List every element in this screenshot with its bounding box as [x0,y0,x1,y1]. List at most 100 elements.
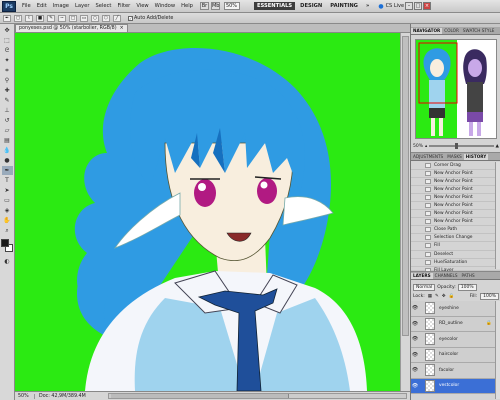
history-item[interactable]: Close Path [411,226,495,235]
history-item[interactable]: New Anchor Point [411,210,495,219]
type-tool-icon[interactable]: T [2,176,13,185]
dodge-tool-icon[interactable]: ● [2,156,13,165]
history-brush-tool-icon[interactable]: ↺ [2,116,13,125]
horizontal-scrollbar[interactable] [108,393,407,399]
blur-tool-icon[interactable]: 💧 [2,146,13,155]
marquee-tool-icon[interactable]: ⬚ [2,36,13,45]
fill-field[interactable]: 100% [480,292,499,300]
tab-paths[interactable]: PATHS [460,273,477,279]
freeform-pen-icon[interactable]: ~ [58,14,66,22]
healing-brush-tool-icon[interactable]: ✚ [2,86,13,95]
menu-layer[interactable]: Layer [72,1,92,12]
zoom-out-icon[interactable]: ▴ [425,144,427,149]
tab-channels[interactable]: CHANNELS [433,273,460,279]
magic-wand-tool-icon[interactable]: ✦ [2,56,13,65]
lasso-tool-icon[interactable]: ᘓ [2,46,13,55]
auto-add-delete-option[interactable]: ✓ Auto Add/Delete [128,15,173,21]
clone-stamp-tool-icon[interactable]: ⊥ [2,106,13,115]
move-tool-icon[interactable]: ✥ [2,26,13,35]
pen-tool-preset-icon[interactable]: ✒ [3,14,11,22]
close-button[interactable]: × [423,2,432,10]
history-item[interactable]: Fill [411,242,495,251]
tab-layers[interactable]: LAYERS [411,273,433,279]
lock-pixels-icon[interactable]: ✎ [435,294,439,299]
history-item[interactable]: New Anchor Point [411,202,495,211]
quick-mask-icon[interactable]: ◐ [2,257,13,266]
layer-visibility-eye-icon[interactable]: 👁 [411,305,419,311]
layer-name[interactable]: eyecolor [439,337,458,342]
navigator-preview[interactable] [415,39,497,139]
menu-help[interactable]: Help [178,1,196,12]
path-selection-tool-icon[interactable]: ➤ [2,186,13,195]
menu-image[interactable]: Image [50,1,72,12]
history-item[interactable]: New Anchor Point [411,186,495,195]
tab-swatch-style[interactable]: SWATCH STYLE [461,28,497,34]
history-item[interactable]: Corner Drag [411,162,495,171]
history-item[interactable]: New Anchor Point [411,170,495,179]
maximize-button[interactable]: □ [414,2,423,10]
status-zoom[interactable]: 50% [15,393,35,399]
layer-name[interactable]: haircolor [439,352,458,357]
lock-all-icon[interactable]: 🔒 [449,294,455,299]
history-item[interactable]: Selection Change [411,234,495,243]
layer-name[interactable]: eyeshine [439,306,459,311]
eyedropper-tool-icon[interactable]: ⚲ [2,76,13,85]
document-tab[interactable]: ponyeses.psd @ 50% (starbolier, RGB/8) × [15,24,128,32]
hand-tool-icon[interactable]: ✋ [2,216,13,225]
layer-name[interactable]: vestcolor [439,383,459,388]
document-size-info[interactable]: Doc: 42,9M/389.4M [35,394,105,399]
layer-visibility-eye-icon[interactable]: 👁 [411,336,419,342]
tab-masks[interactable]: MASKS [445,154,464,160]
layer-row[interactable]: 👁 eyeshine [411,301,495,317]
layer-visibility-eye-icon[interactable]: 👁 [411,383,419,389]
menu-edit[interactable]: Edit [34,1,50,12]
workspace-painting[interactable]: PAINTING [327,2,361,10]
pen-tool-icon[interactable]: ✒ [1,166,13,175]
history-item[interactable]: Hue/Saturation [411,259,495,267]
rounded-rectangle-icon[interactable]: ▭ [80,14,88,22]
layer-row[interactable]: 👁 eyecolor [411,332,495,348]
layer-visibility-eye-icon[interactable]: 👁 [411,321,419,327]
zoom-level-field[interactable]: 50% [223,2,240,10]
layer-row[interactable]: 👁 haircolor [411,347,495,363]
layer-name[interactable]: facolor [439,368,454,373]
gradient-tool-icon[interactable]: ▤ [2,136,13,145]
menu-filter[interactable]: Filter [114,1,133,12]
lock-transparency-icon[interactable]: ▦ [428,294,432,299]
tab-navigator[interactable]: NAVIGATOR [411,28,443,34]
zoom-tool-icon[interactable]: ⌕ [2,226,13,235]
vertical-scroll-thumb[interactable] [402,36,409,336]
menu-select[interactable]: Select [92,1,114,12]
history-item[interactable]: New Anchor Point [411,218,495,227]
navigator-zoom-value[interactable]: 50% [413,144,423,149]
tab-adjustments[interactable]: ADJUSTMENTS [411,154,445,160]
cs-live[interactable]: ● CS Live [378,3,404,10]
layer-row[interactable]: 👁 vestcolor [411,378,495,394]
layer-name[interactable]: RD_outline [439,321,463,326]
navigator-zoom-slider[interactable] [429,143,494,149]
fill-pixels-icon[interactable]: ■ [36,14,44,22]
layers-scrollbar[interactable] [495,301,500,399]
history-item[interactable]: Deselect [411,251,495,259]
history-item[interactable]: New Anchor Point [411,178,495,187]
layer-visibility-eye-icon[interactable]: 👁 [411,367,419,373]
history-scrollbar[interactable] [495,162,500,269]
navigator-zoom-knob[interactable] [454,143,458,149]
menu-file[interactable]: File [19,1,34,12]
menu-window[interactable]: Window [152,1,178,12]
pen-icon[interactable]: ✎ [47,14,55,22]
vertical-scrollbar[interactable] [400,33,410,391]
brush-tool-icon[interactable]: ✎ [2,96,13,105]
polygon-icon[interactable]: ⬡ [102,14,110,22]
tab-color[interactable]: COLOR [442,28,461,34]
menu-view[interactable]: View [133,1,151,12]
bridge-button[interactable]: Br [199,2,209,10]
layer-visibility-eye-icon[interactable]: 👁 [411,352,419,358]
zoom-in-icon[interactable]: ▲ [496,144,499,149]
document-canvas[interactable] [15,33,400,391]
history-item[interactable]: New Anchor Point [411,194,495,203]
minimize-button[interactable]: – [405,2,414,10]
crop-tool-icon[interactable]: ⌗ [2,66,13,75]
close-document-icon[interactable]: × [120,25,124,32]
shape-tool-icon[interactable]: ▭ [2,196,13,205]
